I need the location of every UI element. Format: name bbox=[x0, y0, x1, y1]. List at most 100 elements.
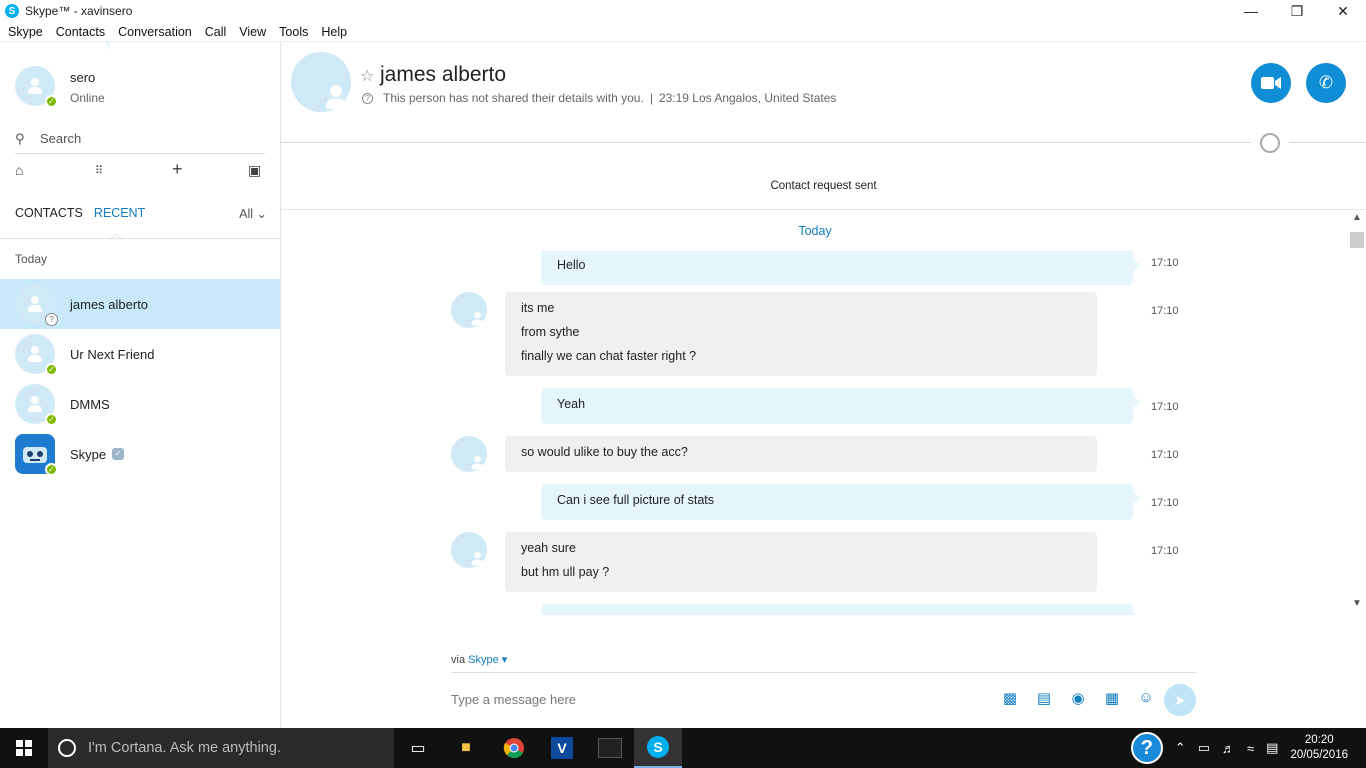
contact-card-icon[interactable]: ▦ bbox=[1095, 689, 1129, 707]
skype-logo-icon: S bbox=[647, 736, 669, 758]
conversation-pane: ☆ james alberto ? This person has not sh… bbox=[281, 42, 1366, 728]
contact-james-alberto[interactable]: ? james alberto bbox=[0, 279, 280, 329]
tab-indicator bbox=[110, 234, 122, 240]
message-line: yeah sure bbox=[521, 541, 576, 555]
message-outgoing[interactable]: Hello bbox=[541, 251, 1140, 285]
cortana-icon bbox=[58, 739, 76, 757]
message-time: 17:10 bbox=[1151, 545, 1179, 557]
menu-call[interactable]: Call bbox=[205, 25, 227, 39]
taskbar: I'm Cortana. Ask me anything. ▭ ■ V S ? … bbox=[0, 728, 1366, 768]
tab-contacts[interactable]: CONTACTS bbox=[15, 206, 83, 221]
message-incoming[interactable]: its me from sythe finally we can chat fa… bbox=[505, 292, 1097, 376]
favorite-star-icon[interactable]: ☆ bbox=[360, 66, 374, 86]
search-label[interactable]: Search bbox=[40, 131, 81, 146]
add-icon[interactable]: + bbox=[172, 159, 183, 180]
osbuddy-icon[interactable] bbox=[586, 728, 634, 768]
conversation-avatar[interactable] bbox=[291, 52, 351, 112]
my-avatar[interactable]: ✓ bbox=[15, 66, 58, 108]
nav-toolbar: ⌂ ⠿ + ▣ bbox=[0, 159, 280, 186]
via-service-dropdown[interactable]: Skype ▾ bbox=[468, 654, 507, 666]
scroll-up-icon[interactable]: ▲ bbox=[1348, 212, 1366, 226]
message-incoming[interactable]: yeah sure but hm ull pay ? bbox=[505, 532, 1097, 592]
message-history: Today Hello 17:10 its me from sythe fina… bbox=[281, 220, 1366, 615]
clock[interactable]: 20:20 20/05/2016 bbox=[1290, 733, 1348, 763]
video-message-icon[interactable]: ◉ bbox=[1061, 689, 1095, 707]
message-outgoing[interactable]: Yeah bbox=[541, 388, 1140, 424]
scroll-down-icon[interactable]: ▼ bbox=[1348, 598, 1366, 612]
battery-icon[interactable]: ▭ bbox=[1198, 740, 1210, 756]
clock-date: 20/05/2016 bbox=[1290, 749, 1348, 761]
person-icon bbox=[25, 76, 45, 96]
sender-avatar[interactable] bbox=[451, 436, 487, 472]
dialpad-icon[interactable]: ⠿ bbox=[95, 164, 103, 177]
osb-logo-icon bbox=[598, 738, 622, 758]
contact-dmms[interactable]: ✓ DMMS bbox=[0, 379, 280, 429]
emoticon-icon[interactable]: ☺ bbox=[1129, 689, 1163, 707]
chevron-up-icon[interactable]: ⌃ bbox=[1175, 740, 1186, 756]
photo-icon[interactable]: ▩ bbox=[993, 689, 1027, 707]
avatar: ✓ bbox=[15, 334, 58, 376]
sender-avatar[interactable] bbox=[451, 532, 487, 568]
home-icon[interactable]: ⌂ bbox=[15, 162, 23, 178]
restore-button[interactable]: ❐ bbox=[1274, 0, 1320, 22]
pending-status-icon: ? bbox=[45, 313, 58, 326]
menu-contacts[interactable]: Contacts bbox=[56, 25, 105, 39]
system-tray: ? ⌃ ▭ ♬ ≈ ▤ 20:20 20/05/2016 bbox=[1130, 728, 1366, 768]
online-status-icon: ✓ bbox=[45, 95, 58, 108]
menu-conversation[interactable]: Conversation bbox=[118, 25, 192, 39]
cortana-search[interactable]: I'm Cortana. Ask me anything. bbox=[48, 728, 394, 768]
video-call-button[interactable] bbox=[1251, 63, 1291, 103]
file-explorer-icon[interactable]: ■ bbox=[442, 728, 490, 768]
message-incoming[interactable]: so would ulike to buy the acc? bbox=[505, 436, 1097, 472]
audio-call-button[interactable]: ✆ bbox=[1306, 63, 1346, 103]
close-button[interactable]: ✕ bbox=[1320, 0, 1366, 22]
contact-info-text: This person has not shared their details… bbox=[383, 91, 644, 105]
info-separator: | bbox=[649, 91, 653, 105]
profile-status[interactable]: Online bbox=[70, 91, 105, 105]
filter-dropdown[interactable]: All ⌄ bbox=[239, 206, 267, 221]
vector-app-icon[interactable]: V bbox=[538, 728, 586, 768]
divider bbox=[281, 142, 1251, 143]
message-outgoing-partial[interactable] bbox=[541, 604, 1140, 615]
notification-icon[interactable]: ▤ bbox=[1266, 740, 1278, 756]
sidebar: ✓ sero Online ⚲ Search ⌂ ⠿ + ▣ CONTACTS … bbox=[0, 42, 281, 728]
skype-taskbar-icon[interactable]: S bbox=[634, 728, 682, 768]
help-icon[interactable]: ? bbox=[1130, 732, 1163, 764]
windows-logo-icon bbox=[16, 740, 32, 756]
wifi-icon[interactable]: ≈ bbox=[1247, 741, 1254, 756]
file-icon[interactable]: ▤ bbox=[1027, 689, 1061, 707]
cortana-placeholder: I'm Cortana. Ask me anything. bbox=[88, 740, 281, 756]
day-separator: Today bbox=[798, 224, 832, 238]
profile-name: sero bbox=[70, 70, 96, 85]
menu-view[interactable]: View bbox=[239, 25, 266, 39]
tab-recent[interactable]: RECENT bbox=[94, 206, 145, 221]
menu-help[interactable]: Help bbox=[321, 25, 347, 39]
minimize-button[interactable]: — bbox=[1228, 0, 1274, 22]
message-outgoing[interactable]: Can i see full picture of stats bbox=[541, 484, 1140, 520]
question-icon: ? bbox=[362, 92, 373, 104]
chrome-icon[interactable] bbox=[490, 728, 538, 768]
contact-info: ? This person has not shared their detai… bbox=[362, 91, 836, 105]
avatar: ? bbox=[15, 284, 58, 326]
person-icon bbox=[25, 294, 45, 314]
person-icon bbox=[25, 394, 45, 414]
sender-avatar[interactable] bbox=[451, 292, 487, 328]
contact-ur-next-friend[interactable]: ✓ Ur Next Friend bbox=[0, 329, 280, 379]
volume-icon[interactable]: ♬ bbox=[1222, 741, 1235, 756]
scroll-thumb[interactable] bbox=[1350, 232, 1364, 248]
via-prefix: via bbox=[451, 654, 466, 666]
send-button[interactable]: ➤ bbox=[1164, 684, 1196, 716]
chat-scrollbar[interactable]: ▲ ▼ bbox=[1348, 210, 1366, 615]
chrome-logo-icon bbox=[503, 738, 524, 759]
globe-icon[interactable] bbox=[1260, 133, 1280, 153]
menu-tools[interactable]: Tools bbox=[279, 25, 308, 39]
bot-icon[interactable]: ▣ bbox=[248, 162, 261, 179]
windows-start-icon[interactable] bbox=[0, 728, 48, 768]
message-input[interactable]: Type a message here bbox=[451, 692, 576, 707]
my-profile[interactable]: ✓ sero Online bbox=[15, 66, 105, 108]
search-box[interactable]: ⚲ Search bbox=[15, 124, 265, 154]
contact-skype[interactable]: ✓ Skype ✓ bbox=[0, 429, 280, 479]
task-view-icon[interactable]: ▭ bbox=[394, 728, 442, 768]
online-status-icon: ✓ bbox=[45, 363, 58, 376]
menu-skype[interactable]: Skype bbox=[8, 25, 43, 39]
